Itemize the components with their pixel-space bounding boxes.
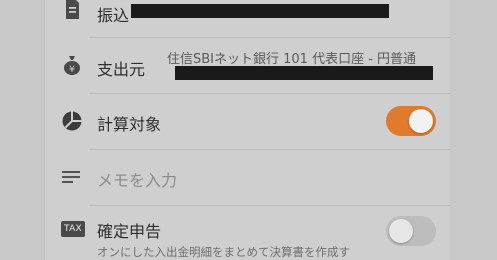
redacted-block [131,4,389,18]
memo-input[interactable]: メモを入力 [97,167,177,191]
money-bag-icon: ¥ [61,54,83,76]
transfer-label: 振込 [97,6,130,25]
calculation-target-row: 計算対象 [45,94,450,148]
transfer-row[interactable]: 振込 [45,0,450,36]
tax-icon: TAX [61,221,85,237]
document-icon [61,0,83,20]
toggle-knob [409,109,433,133]
redacted-block [175,66,433,80]
tax-return-description: オンにした入出金明細をまとめて決算書を作成す [97,245,350,259]
source-account-row[interactable]: ¥ 支出元 住信SBIネット銀行 101 代表口座 - 円普通 [45,38,450,92]
calculation-target-label: 計算対象 [97,115,162,134]
toggle-knob [389,219,413,243]
tax-return-row: TAX 確定申告 オンにした入出金明細をまとめて決算書を作成す [45,206,450,260]
memo-row[interactable]: メモを入力 [45,150,450,204]
lines-icon [61,166,83,188]
tax-return-label: 確定申告 [97,222,162,241]
transaction-detail-sheet: 振込 ¥ 支出元 住信SBIネット銀行 101 代表口座 - 円普通 計算対象 [44,0,450,260]
svg-text:¥: ¥ [69,65,75,75]
source-account-value: 住信SBIネット銀行 101 代表口座 - 円普通 [167,52,417,67]
calculation-target-toggle[interactable] [386,106,436,136]
pie-chart-icon [61,110,83,132]
tax-return-toggle[interactable] [386,216,436,246]
source-label: 支出元 [97,60,146,79]
